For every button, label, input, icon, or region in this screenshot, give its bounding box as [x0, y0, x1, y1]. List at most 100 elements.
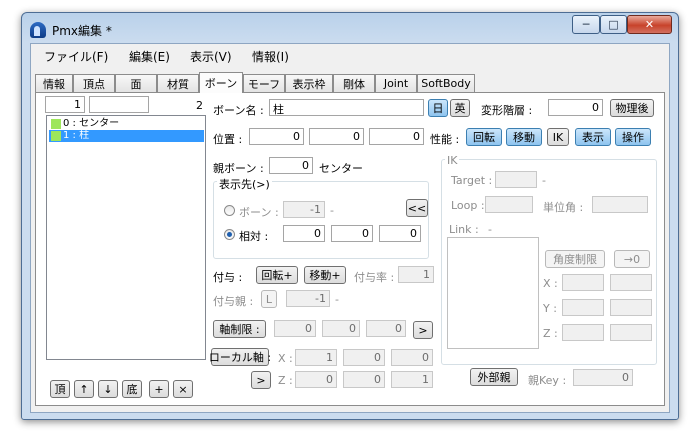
bone-search-input[interactable] — [89, 96, 149, 113]
ik-axis-y-label: Y : — [543, 302, 557, 315]
deform-layer-label: 変形階層 : — [481, 104, 533, 117]
menu-edit[interactable]: 編集(E) — [129, 48, 170, 65]
external-parent-button[interactable]: 外部親 — [470, 368, 518, 386]
ik-link-list[interactable] — [447, 237, 539, 349]
ik-z-max-input[interactable] — [610, 324, 652, 341]
axis-z-input[interactable]: 0 — [366, 320, 406, 337]
position-y-input[interactable]: 0 — [309, 128, 364, 145]
axis-limit-button[interactable]: 軸制限 : — [213, 320, 266, 338]
local-x1-input[interactable]: 1 — [295, 349, 337, 366]
local-z-label: Z : — [278, 374, 293, 387]
perf-display-button[interactable]: 表示 — [575, 128, 611, 146]
position-x-input[interactable]: 0 — [249, 128, 304, 145]
disp-bone-radio[interactable] — [224, 205, 235, 216]
menu-info[interactable]: 情報(I) — [252, 48, 289, 65]
parent-bone-input[interactable]: 0 — [269, 157, 313, 174]
ik-y-min-input[interactable] — [562, 299, 604, 316]
grant-rotate-button[interactable]: 回転+ — [256, 266, 298, 284]
axis-arrow-button[interactable]: > — [413, 321, 433, 339]
display-dest-group — [213, 181, 429, 259]
bone-list[interactable]: 0 : センター 1 : 柱 — [46, 115, 206, 360]
parent-bone-name: センター — [319, 162, 363, 175]
position-label: 位置 : — [213, 133, 243, 146]
external-key-input[interactable]: 0 — [573, 369, 633, 386]
local-z3-input[interactable]: 1 — [391, 371, 433, 388]
ik-to-zero-button[interactable]: →0 — [614, 250, 650, 268]
perf-operate-button[interactable]: 操作 — [615, 128, 651, 146]
tab-bone[interactable]: ボーン — [199, 72, 243, 93]
move-top-button[interactable]: 頂 — [50, 380, 70, 398]
menu-view[interactable]: 表示(V) — [190, 48, 232, 65]
axis-y-input[interactable]: 0 — [322, 320, 360, 337]
app-window: Pmx編集 * ─ □ ✕ ファイル(F) 編集(E) 表示(V) 情報(I) … — [21, 12, 679, 420]
external-key-label: 親Key : — [528, 374, 567, 387]
ik-y-max-input[interactable] — [610, 299, 652, 316]
app-icon — [30, 22, 46, 38]
perf-rotate-button[interactable]: 回転 — [466, 128, 502, 146]
ik-target-input[interactable] — [495, 171, 537, 188]
local-axis-button[interactable]: ローカル軸 : — [209, 348, 271, 366]
bone-item-label: 1 : 柱 — [63, 130, 90, 141]
tab-rigid-body[interactable]: 剛体 — [333, 74, 375, 92]
parent-bone-label: 親ボーン : — [213, 162, 264, 175]
bone-item-label: 0 : センター — [63, 118, 120, 129]
disp-arrow-button[interactable]: << — [406, 199, 428, 217]
delete-bone-button[interactable]: × — [173, 380, 193, 398]
bone-color-swatch — [51, 131, 61, 141]
list-item[interactable]: 0 : センター — [49, 118, 204, 130]
local-arrow-button[interactable]: > — [251, 371, 271, 389]
grant-rate-input[interactable]: 1 — [398, 266, 434, 283]
tab-joint[interactable]: Joint — [375, 74, 417, 92]
ik-unit-angle-input[interactable] — [592, 196, 648, 213]
grant-parent-l-button[interactable]: L — [261, 290, 277, 308]
bone-panel: 1 2 0 : センター 1 : 柱 頂 ↑ ↓ 底 + × ボーン名 : 柱 … — [35, 92, 665, 406]
bone-index-input[interactable]: 1 — [45, 96, 85, 113]
add-bone-button[interactable]: + — [149, 380, 169, 398]
tab-display-frame[interactable]: 表示枠 — [285, 74, 333, 92]
ik-x-max-input[interactable] — [610, 274, 652, 291]
disp-bone-input[interactable]: -1 — [283, 201, 325, 218]
local-z2-input[interactable]: 0 — [343, 371, 385, 388]
move-down-button[interactable]: ↓ — [98, 380, 118, 398]
grant-rate-label: 付与率 : — [354, 271, 395, 284]
tab-softbody[interactable]: SoftBody — [417, 74, 475, 92]
ik-target-label: Target : — [451, 174, 493, 187]
minimize-button[interactable]: ─ — [572, 15, 600, 34]
menu-file[interactable]: ファイル(F) — [44, 48, 108, 65]
tab-vertex[interactable]: 頂点 — [73, 74, 115, 92]
move-up-button[interactable]: ↑ — [74, 380, 94, 398]
tab-face[interactable]: 面 — [115, 74, 157, 92]
local-z1-input[interactable]: 0 — [295, 371, 337, 388]
perf-ik-button[interactable]: IK — [547, 128, 569, 146]
ik-z-min-input[interactable] — [562, 324, 604, 341]
ik-angle-limit-button[interactable]: 角度制限 — [545, 250, 605, 268]
ik-loop-input[interactable] — [485, 196, 533, 213]
ik-x-min-input[interactable] — [562, 274, 604, 291]
maximize-button[interactable]: □ — [600, 15, 627, 34]
lang-jp-button[interactable]: 日 — [428, 99, 448, 117]
bone-count: 2 — [196, 99, 203, 112]
close-button[interactable]: ✕ — [627, 15, 672, 34]
disp-rel-x-input[interactable]: 0 — [283, 225, 325, 242]
local-x3-input[interactable]: 0 — [391, 349, 433, 366]
ik-group-label: IK — [445, 154, 460, 167]
axis-x-input[interactable]: 0 — [274, 320, 316, 337]
physics-after-button[interactable]: 物理後 — [610, 99, 654, 117]
disp-rel-y-input[interactable]: 0 — [331, 225, 373, 242]
perf-move-button[interactable]: 移動 — [506, 128, 542, 146]
tab-info[interactable]: 情報 — [35, 74, 73, 92]
bone-name-input[interactable]: 柱 — [269, 99, 424, 116]
local-x2-input[interactable]: 0 — [343, 349, 385, 366]
disp-relative-radio[interactable] — [224, 229, 235, 240]
position-z-input[interactable]: 0 — [369, 128, 424, 145]
grant-parent-input[interactable]: -1 — [286, 290, 330, 307]
move-bottom-button[interactable]: 底 — [122, 380, 142, 398]
disp-rel-z-input[interactable]: 0 — [379, 225, 421, 242]
deform-layer-input[interactable]: 0 — [548, 99, 603, 116]
grant-parent-label: 付与親 : — [213, 295, 254, 308]
tab-morph[interactable]: モーフ — [243, 74, 285, 92]
tab-material[interactable]: 材質 — [157, 74, 199, 92]
list-item-selected[interactable]: 1 : 柱 — [49, 130, 204, 142]
lang-en-button[interactable]: 英 — [450, 99, 470, 117]
grant-move-button[interactable]: 移動+ — [304, 266, 346, 284]
